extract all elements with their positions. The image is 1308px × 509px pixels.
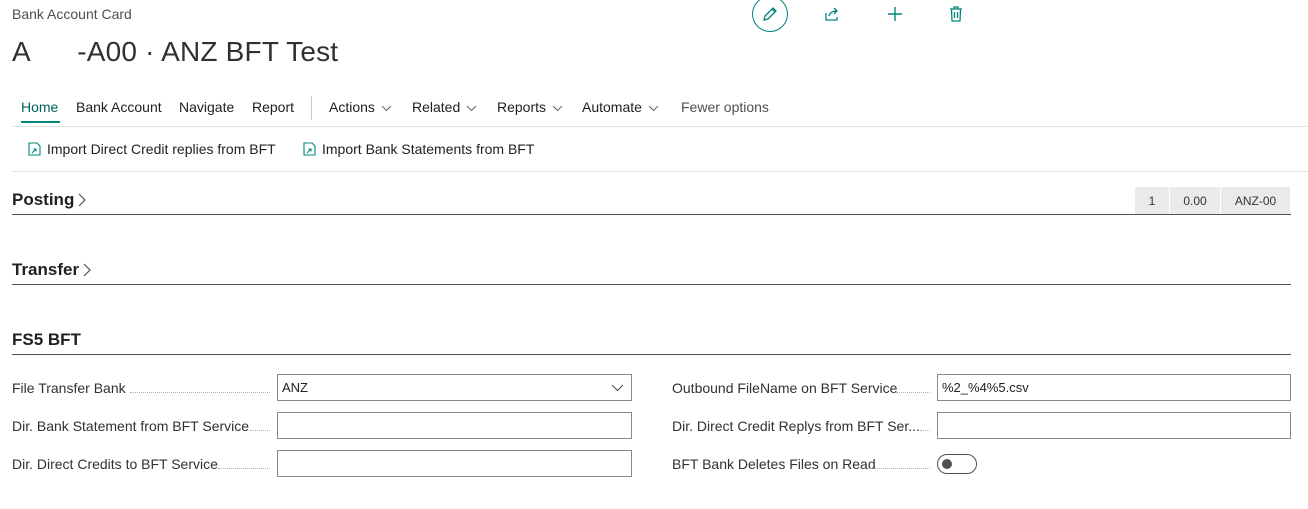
chevron-down-icon [552, 105, 563, 112]
chevron-right-icon [83, 263, 91, 277]
dir-bank-statement-input[interactable] [277, 412, 632, 439]
menu-automate[interactable]: Automate [582, 99, 659, 115]
active-tab-indicator [21, 121, 60, 123]
pencil-icon [763, 7, 777, 21]
share-button[interactable] [822, 4, 842, 24]
section-fs5bft-header[interactable]: FS5 BFT [12, 330, 81, 350]
leader-dots [896, 391, 930, 393]
cue-value: 0.00 [1169, 187, 1220, 214]
import-bank-statements-label: Import Bank Statements from BFT [322, 141, 535, 157]
chevron-down-icon [466, 105, 477, 112]
import-direct-credit-replies-label: Import Direct Credit replies from BFT [47, 141, 276, 157]
chevron-down-icon [381, 105, 392, 112]
breadcrumb: Bank Account Card [12, 6, 132, 22]
import-icon [28, 142, 41, 156]
section-divider [12, 214, 1291, 215]
import-direct-credit-replies-button[interactable]: Import Direct Credit replies from BFT [27, 141, 276, 157]
dir-bank-statement-label: Dir. Bank Statement from BFT Service [12, 418, 250, 434]
file-transfer-bank-select[interactable]: ANZ [277, 374, 632, 401]
page-title: A -A00 · ANZ BFT Test [12, 36, 339, 67]
trash-icon [950, 6, 962, 22]
menu-related[interactable]: Related [412, 99, 477, 115]
section-divider [12, 284, 1291, 285]
outbound-filename-label: Outbound FileName on BFT Service [672, 380, 898, 396]
chevron-down-icon [611, 384, 624, 392]
chevron-right-icon [78, 193, 87, 207]
menu-automate-label: Automate [582, 99, 642, 115]
leader-dots [870, 467, 930, 469]
chevron-down-icon [648, 105, 659, 112]
dir-direct-credit-replys-input[interactable] [937, 412, 1291, 439]
menu-reports[interactable]: Reports [497, 99, 563, 115]
tab-report[interactable]: Report [252, 99, 294, 115]
menu-actions-label: Actions [329, 99, 375, 115]
section-posting-header[interactable]: Posting [12, 190, 87, 210]
cue-value: ANZ-00 [1220, 187, 1290, 214]
file-transfer-bank-value: ANZ [282, 380, 308, 395]
bank-deletes-files-label: BFT Bank Deletes Files on Read [672, 456, 876, 472]
bank-deletes-files-toggle[interactable] [937, 454, 977, 474]
plus-icon [888, 7, 902, 21]
action-bar: Home Bank Account Navigate Report Action… [12, 96, 1302, 123]
section-divider [12, 354, 1291, 355]
menu-related-label: Related [412, 99, 461, 115]
menu-divider [12, 126, 1308, 127]
leader-dots [920, 429, 930, 431]
import-bank-statements-button[interactable]: Import Bank Statements from BFT [302, 141, 534, 157]
section-posting-title: Posting [12, 190, 75, 209]
fewer-options-button[interactable]: Fewer options [681, 99, 769, 115]
dir-direct-credit-replys-label: Dir. Direct Credit Replys from BFT Ser..… [672, 418, 920, 434]
toggle-knob [942, 459, 952, 469]
section-transfer-title: Transfer [12, 260, 80, 279]
leader-dots [130, 391, 270, 393]
menu-reports-label: Reports [497, 99, 547, 115]
share-icon [825, 7, 838, 21]
file-transfer-bank-label: File Transfer Bank [12, 380, 126, 396]
tab-navigate[interactable]: Navigate [179, 99, 234, 115]
leader-dots [218, 467, 270, 469]
import-icon [303, 142, 316, 156]
edit-button[interactable] [752, 0, 788, 32]
cue-value: 1 [1148, 193, 1156, 208]
menu-separator [311, 96, 312, 120]
page-toolbar [752, 0, 982, 33]
leader-dots [250, 429, 270, 431]
menu-actions[interactable]: Actions [329, 99, 392, 115]
section-transfer-header[interactable]: Transfer [12, 260, 92, 280]
posting-cues: 1 0.00 ANZ-00 [1135, 187, 1290, 214]
section-fs5bft-title: FS5 BFT [12, 330, 81, 349]
delete-button[interactable] [946, 4, 966, 24]
outbound-filename-input[interactable]: %2_%4%5.csv [937, 374, 1291, 401]
dir-direct-credits-input[interactable] [277, 450, 632, 477]
tab-home[interactable]: Home [21, 99, 58, 115]
actions-divider [12, 171, 1308, 172]
tab-bank-account[interactable]: Bank Account [76, 99, 162, 115]
dir-direct-credits-label: Dir. Direct Credits to BFT Service [12, 456, 218, 472]
new-button[interactable] [885, 4, 905, 24]
